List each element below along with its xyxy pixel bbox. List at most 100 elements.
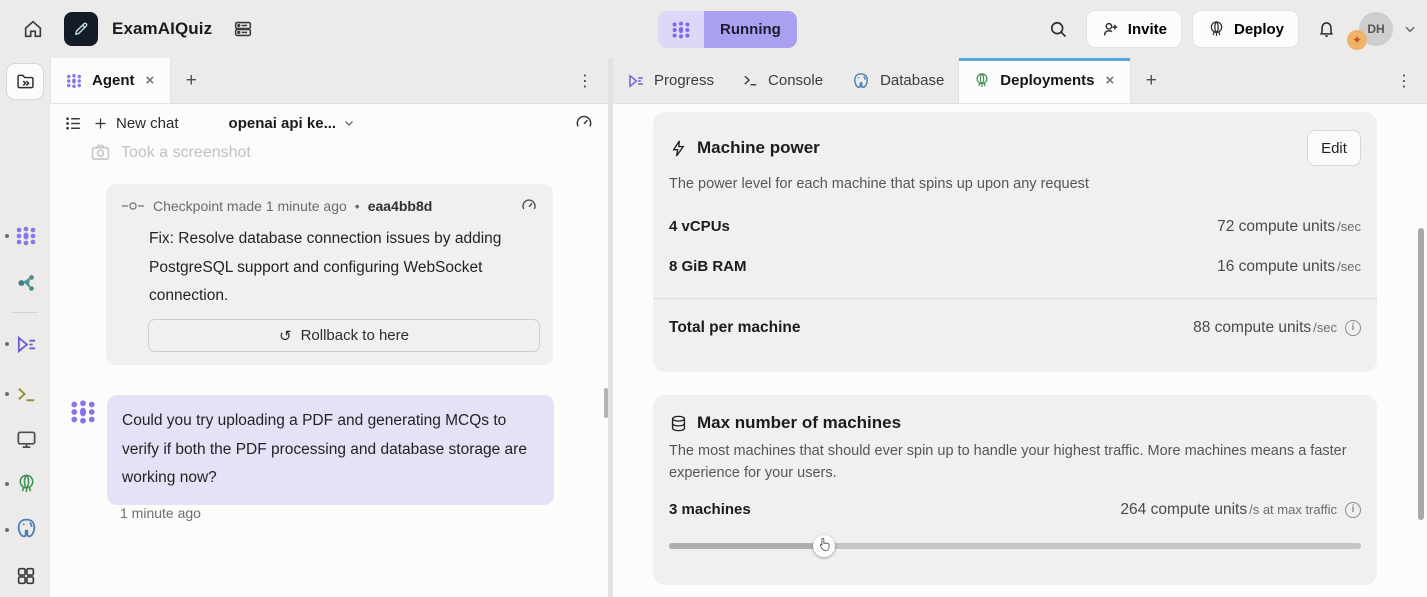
rail-item-console[interactable] [13,381,39,407]
gauge-icon [574,113,594,133]
agent-indicator-dot [5,234,9,238]
sparkle-badge-icon: ✦ [1347,30,1367,50]
server-stack-icon [232,18,254,40]
rail-item-agent[interactable] [13,223,39,249]
run-status-label: Running [704,11,797,48]
app-icon[interactable] [64,12,98,46]
usage-gauge-button[interactable] [574,113,594,133]
right-tab-menu-button[interactable]: ⋮ [1389,58,1419,104]
info-icon[interactable]: i [1345,320,1361,336]
left-tab-menu-button[interactable]: ⋮ [570,58,600,104]
rollback-button[interactable]: ↺ Rollback to here [148,319,540,352]
search-button[interactable] [1042,12,1076,46]
postgresql-elephant-icon [14,516,39,541]
chat-header: New chat openai api ke... [50,104,608,142]
machines-row: 3 machines 264 compute units /s at max t… [669,501,1361,519]
screenshot-event: Took a screenshot [90,142,251,163]
spec-row-cpu: 4 vCPUs 72 compute units /sec [669,218,1361,236]
deployments-panel: Progress Console Database Deployments × … [613,58,1427,597]
tab-deployments[interactable]: Deployments × [958,58,1131,103]
tab-console-label: Console [768,72,823,89]
account-menu[interactable]: DH ✦ [1353,10,1393,48]
left-panel-scrollbar[interactable] [604,388,608,418]
usage-gauge-button[interactable] [520,197,538,215]
new-tab-button[interactable]: + [1131,58,1171,103]
agent-message-bubble: Could you try uploading a PDF and genera… [107,395,554,505]
agent-dots-icon [670,19,692,41]
tab-console[interactable]: Console [728,58,837,103]
lightning-icon [669,139,688,158]
spec-row-ram: 8 GiB RAM 16 compute units /sec [669,258,1361,276]
rail-item-deployments[interactable] [13,471,39,497]
max-machines-description: The most machines that should ever spin … [669,441,1359,485]
max-machines-slider[interactable] [669,539,1361,553]
ram-label: 8 GiB RAM [669,258,747,275]
database-indicator-dot [5,528,9,532]
notifications-button[interactable] [1309,12,1343,46]
tab-agent-label: Agent [92,72,135,89]
tab-database[interactable]: Database [837,58,958,103]
home-button[interactable] [16,12,50,46]
camera-icon [90,142,111,163]
folder-collapse-icon [15,71,36,92]
rail-item-progress[interactable] [13,331,39,357]
deploy-parachute-icon [973,72,991,90]
invite-button[interactable]: Invite [1086,10,1182,48]
cursor-hand-icon [818,537,831,552]
home-icon [22,18,44,40]
left-tabstrip: Agent × + ⋮ [50,58,608,104]
progress-icon [627,72,645,90]
ram-value: 16 compute units [1217,258,1335,276]
deploy-parachute-icon [1207,20,1226,39]
card-divider [653,298,1377,299]
right-panel-scrollbar[interactable] [1418,228,1424,520]
tool-rail [0,58,50,597]
close-tab-icon[interactable]: × [144,72,157,89]
chevron-down-icon[interactable] [1403,22,1417,36]
topbar: ExamAIQuiz Running Invite Deploy DH ✦ [0,0,1427,58]
deploy-parachute-icon [15,473,38,496]
tab-progress[interactable]: Progress [613,58,728,103]
rollback-arrow-icon: ↺ [279,327,292,345]
progress-indicator-dot [5,342,9,346]
rail-item-output[interactable] [13,426,39,452]
total-row: Total per machine 88 compute units /sec … [669,319,1361,337]
agent-panel: Agent × + ⋮ New chat openai api ke... To… [50,58,608,597]
run-status-badge[interactable]: Running [658,11,797,48]
chevron-down-icon [343,117,355,129]
machine-power-card: Machine power Edit The power level for e… [653,112,1377,372]
machines-count-label: 3 machines [669,501,751,518]
rail-item-database[interactable] [13,515,39,541]
checkpoint-message: Fix: Resolve database connection issues … [149,225,524,311]
new-chat-button[interactable]: New chat [93,115,179,132]
total-value: 88 compute units [1193,319,1311,337]
bullet-separator: • [355,198,360,214]
max-machines-slider-thumb[interactable] [813,535,835,557]
rail-item-workflows[interactable] [13,270,39,296]
chat-history-icon[interactable] [64,114,83,133]
workspace-layout-button[interactable] [226,12,260,46]
close-tab-icon[interactable]: × [1104,72,1117,89]
info-icon[interactable]: i [1345,502,1361,518]
right-tabstrip: Progress Console Database Deployments × … [613,58,1427,104]
tab-agent[interactable]: Agent × [50,58,171,103]
active-tab-indicator [959,58,1130,61]
agent-dots-icon [14,224,38,248]
database-cylinder-icon [669,414,688,433]
new-tab-button[interactable]: + [171,58,211,103]
slider-fill [669,543,824,549]
grid-icon [15,565,37,587]
sidebar-toggle-button[interactable] [6,63,44,100]
cpu-label: 4 vCPUs [669,218,730,235]
deploy-label: Deploy [1234,21,1284,38]
tab-progress-label: Progress [654,72,714,89]
chat-selector[interactable]: openai api ke... [229,115,356,132]
deploy-button[interactable]: Deploy [1192,10,1299,48]
rail-item-all-tools[interactable] [13,563,39,589]
edit-machine-power-button[interactable]: Edit [1307,130,1361,166]
console-indicator-dot [5,392,9,396]
cpu-value: 72 compute units [1217,218,1335,236]
rollback-label: Rollback to here [301,327,409,344]
replit-logo-icon [658,11,704,48]
app-title: ExamAIQuiz [112,19,212,39]
